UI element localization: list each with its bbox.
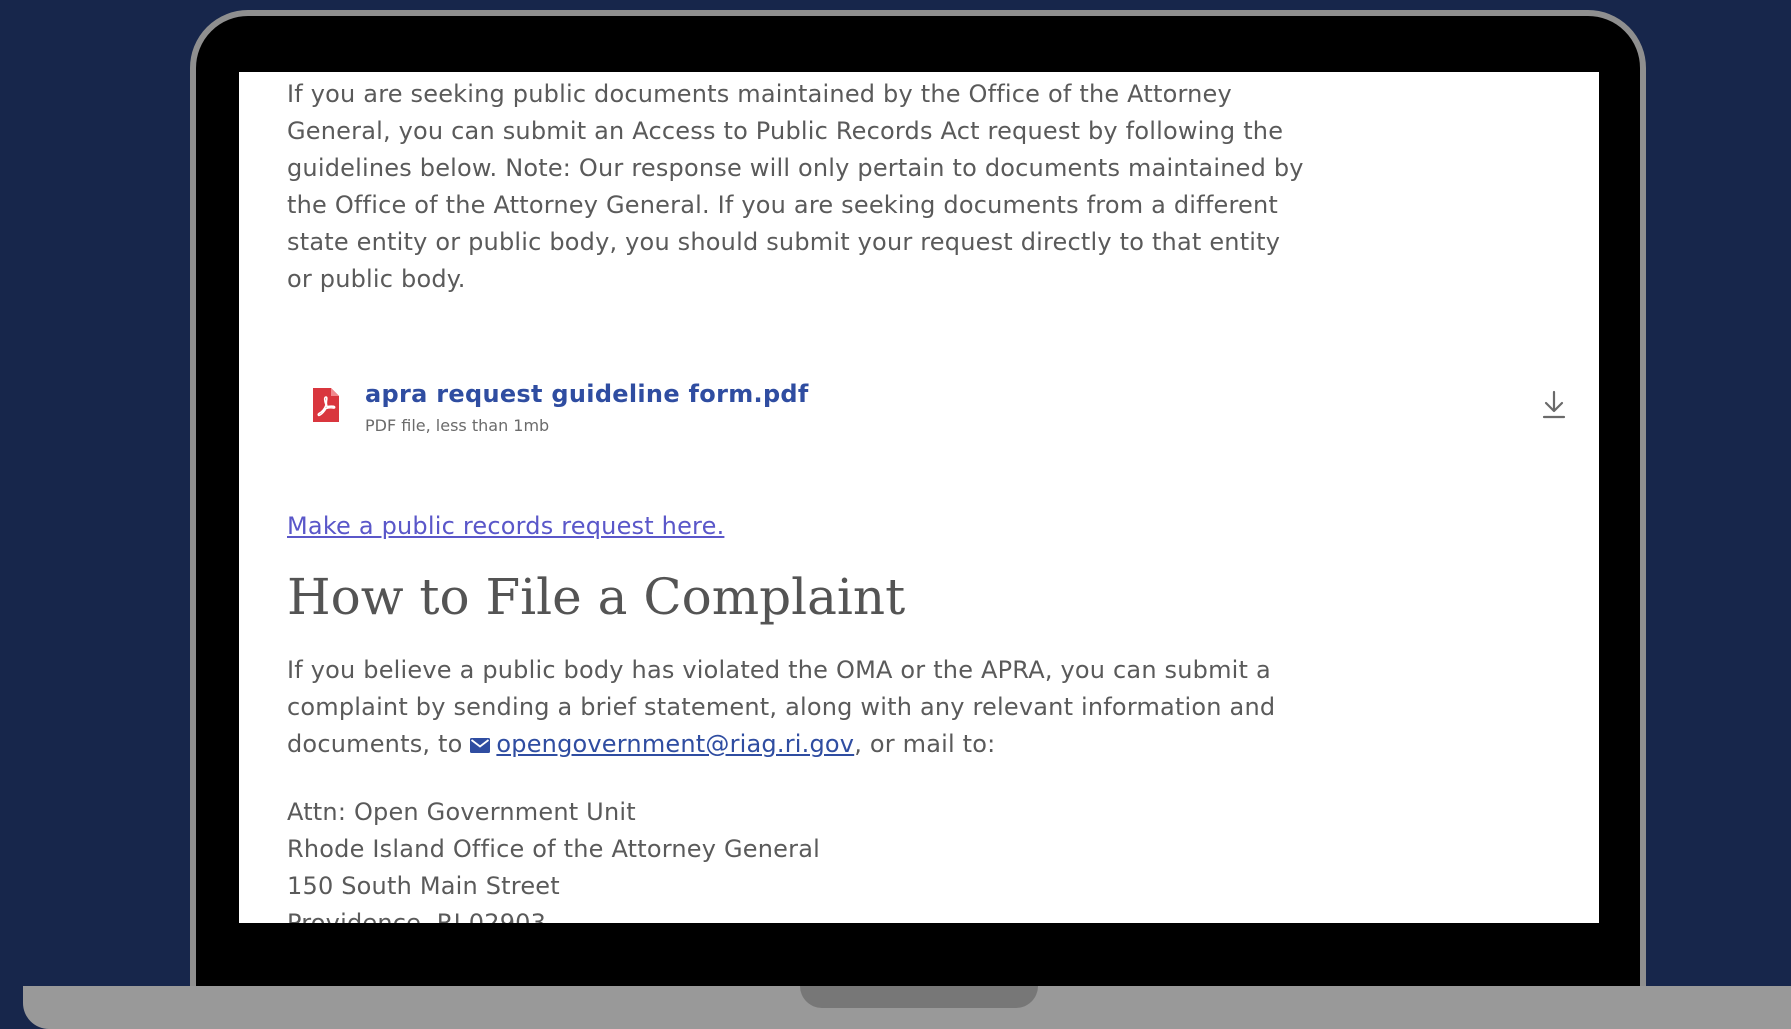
file-meta: PDF file, less than 1mb [365,416,550,435]
page-content: If you are seeking public documents main… [287,72,1566,923]
download-icon[interactable] [1541,390,1567,420]
mail-icon [470,738,491,753]
complaint-paragraph: If you believe a public body has violate… [287,652,1317,763]
address-line: 150 South Main Street [287,872,560,900]
file-name-link[interactable]: apra request guideline form.pdf [365,380,809,408]
intro-paragraph: If you are seeking public documents main… [287,80,1304,293]
laptop-mockup: If you are seeking public documents main… [0,0,1791,1029]
screen: If you are seeking public documents main… [239,72,1599,923]
complaint-heading: How to File a Complaint [287,568,906,626]
file-attachment[interactable]: apra request guideline form.pdf PDF file… [287,372,1567,442]
public-records-request-link[interactable]: Make a public records request here. [287,512,724,540]
complaint-text-after: , or mail to: [854,730,996,758]
mailing-address: Attn: Open Government Unit Rhode Island … [287,794,820,923]
email-link[interactable]: opengovernment@riag.ri.gov [496,730,854,758]
address-line: Providence, RI 02903 [287,909,547,923]
laptop-base-notch [800,986,1038,1008]
pdf-icon [313,388,339,422]
address-line: Rhode Island Office of the Attorney Gene… [287,835,820,863]
address-line: Attn: Open Government Unit [287,798,636,826]
